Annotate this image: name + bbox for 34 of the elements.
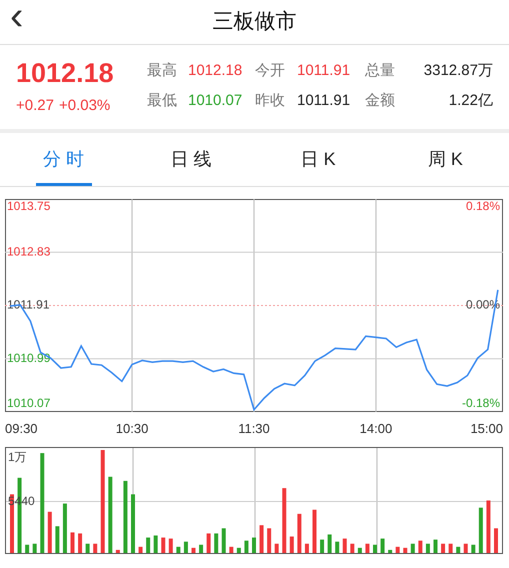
stat-value: 1010.07 <box>188 91 244 111</box>
stat-label: 总量 <box>365 61 396 81</box>
axis-label: 1011.91 <box>7 298 50 312</box>
chart-tab[interactable]: 周 K <box>382 133 509 186</box>
percent-label: 0.18% <box>466 199 500 214</box>
stat-label: 今开 <box>255 61 286 81</box>
chart-tab[interactable]: 日 K <box>254 133 382 186</box>
time-label: 09:30 <box>5 421 38 436</box>
axis-label: 1010.99 <box>7 350 50 365</box>
stat-value: 1011.91 <box>297 61 352 81</box>
chart-tab[interactable]: 日 线 <box>127 133 254 186</box>
stat-label: 最低 <box>147 91 178 111</box>
stat-value: 1.22亿 <box>448 91 493 111</box>
current-price: 1012.18 <box>16 57 115 89</box>
time-label: 10:30 <box>116 421 148 436</box>
page-title: 三板做市 <box>212 9 296 36</box>
stat-value: 1012.18 <box>188 61 244 81</box>
back-button[interactable]: ‹ <box>10 0 24 36</box>
stat-value: 3312.87万 <box>422 61 493 81</box>
stat-label: 昨收 <box>255 91 286 111</box>
time-label: 11:30 <box>238 421 270 436</box>
time-label: 15:00 <box>470 421 503 436</box>
stat-label: 金额 <box>365 91 396 111</box>
stat-label: 最高 <box>147 61 178 81</box>
stat-value: 1011.91 <box>297 91 352 111</box>
axis-label: 1万 <box>8 450 27 464</box>
price-change-percent: +0.03% <box>58 96 110 116</box>
percent-label: -0.18% <box>462 396 500 410</box>
axis-label: 1012.83 <box>7 244 50 258</box>
axis-label: 1013.75 <box>7 199 50 214</box>
chart-tab[interactable]: 分 时 <box>0 133 128 186</box>
axis-label: 1010.07 <box>7 396 50 410</box>
time-label: 14:00 <box>360 421 392 436</box>
price-change: +0.27 <box>16 96 54 116</box>
